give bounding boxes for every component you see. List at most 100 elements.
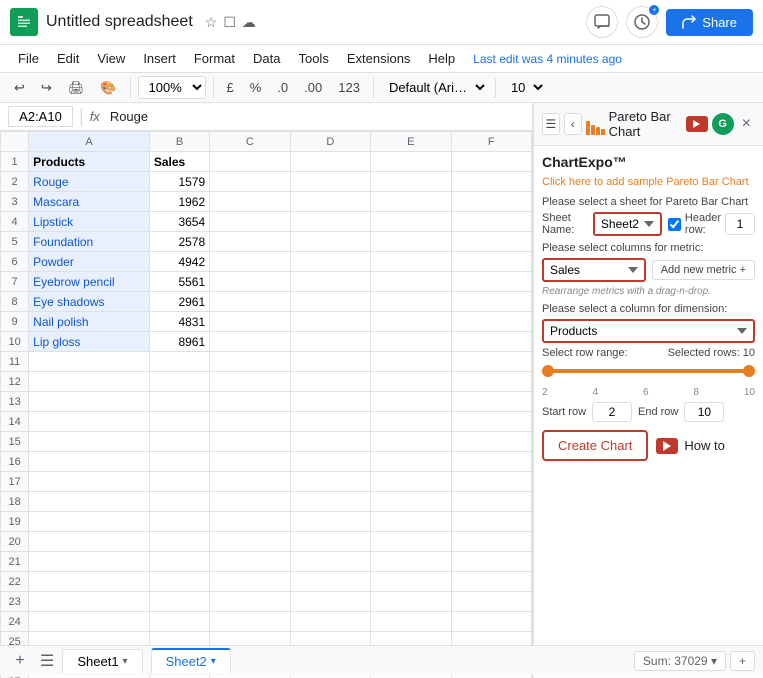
cell-d9[interactable] (290, 312, 370, 332)
cell-c20[interactable] (210, 532, 290, 552)
range-thumb-right[interactable] (743, 365, 755, 377)
cell-d3[interactable] (290, 192, 370, 212)
cell-d13[interactable] (290, 392, 370, 412)
cell-a7[interactable]: Eyebrow pencil (29, 272, 150, 292)
cell-a5[interactable]: Foundation (29, 232, 150, 252)
cell-b10[interactable]: 8961 (149, 332, 209, 352)
start-row-input[interactable] (592, 402, 632, 422)
cell-a22[interactable] (29, 572, 150, 592)
sheet-name-select[interactable]: Sheet2 Sheet1 (593, 212, 662, 236)
cell-a18[interactable] (29, 492, 150, 512)
cell-c18[interactable] (210, 492, 290, 512)
cell-c15[interactable] (210, 432, 290, 452)
cell-e13[interactable] (371, 392, 451, 412)
cell-a8[interactable]: Eye shadows (29, 292, 150, 312)
cell-f21[interactable] (451, 552, 531, 572)
cell-b15[interactable] (149, 432, 209, 452)
cell-f3[interactable] (451, 192, 531, 212)
menu-view[interactable]: View (89, 47, 133, 70)
cell-e3[interactable] (371, 192, 451, 212)
cell-c21[interactable] (210, 552, 290, 572)
cell-b14[interactable] (149, 412, 209, 432)
cell-e8[interactable] (371, 292, 451, 312)
font-size-select[interactable]: 10 (503, 77, 546, 98)
cell-b5[interactable]: 2578 (149, 232, 209, 252)
menu-insert[interactable]: Insert (135, 47, 184, 70)
cell-a4[interactable]: Lipstick (29, 212, 150, 232)
cell-f12[interactable] (451, 372, 531, 392)
cell-e24[interactable] (371, 612, 451, 632)
cell-a19[interactable] (29, 512, 150, 532)
cell-a3[interactable]: Mascara (29, 192, 150, 212)
cell-f8[interactable] (451, 292, 531, 312)
last-edit-info[interactable]: Last edit was 4 minutes ago (473, 52, 622, 66)
comments-button[interactable] (586, 6, 618, 38)
cell-reference[interactable] (8, 106, 73, 127)
cell-c17[interactable] (210, 472, 290, 492)
range-slider[interactable] (542, 363, 755, 379)
menu-edit[interactable]: Edit (49, 47, 87, 70)
cell-c16[interactable] (210, 452, 290, 472)
cell-f13[interactable] (451, 392, 531, 412)
cell-c14[interactable] (210, 412, 290, 432)
cell-a21[interactable] (29, 552, 150, 572)
percent-button[interactable]: % (244, 77, 268, 98)
cell-f7[interactable] (451, 272, 531, 292)
cell-d1[interactable] (290, 152, 370, 172)
grid-container[interactable]: A B C D E F 1ProductsSales2Rouge15793Mas… (0, 131, 532, 678)
cell-e6[interactable] (371, 252, 451, 272)
cell-b19[interactable] (149, 512, 209, 532)
cell-a17[interactable] (29, 472, 150, 492)
decimal-decrease-button[interactable]: .0 (271, 77, 294, 98)
cell-a1[interactable]: Products (29, 152, 150, 172)
paint-format-button[interactable]: 🎨 (94, 77, 122, 99)
cell-c13[interactable] (210, 392, 290, 412)
decimal-increase-button[interactable]: .00 (298, 77, 328, 98)
cell-d18[interactable] (290, 492, 370, 512)
cell-f20[interactable] (451, 532, 531, 552)
metric-select[interactable]: Sales (542, 258, 646, 282)
how-to-button[interactable]: How to (656, 438, 724, 454)
cell-c6[interactable] (210, 252, 290, 272)
cell-a16[interactable] (29, 452, 150, 472)
cell-b1[interactable]: Sales (149, 152, 209, 172)
cell-a20[interactable] (29, 532, 150, 552)
cell-f14[interactable] (451, 412, 531, 432)
cell-b22[interactable] (149, 572, 209, 592)
cell-c8[interactable] (210, 292, 290, 312)
cell-f5[interactable] (451, 232, 531, 252)
cell-b16[interactable] (149, 452, 209, 472)
cell-c12[interactable] (210, 372, 290, 392)
cell-d12[interactable] (290, 372, 370, 392)
cell-b18[interactable] (149, 492, 209, 512)
cell-f6[interactable] (451, 252, 531, 272)
star-icon[interactable]: ☆ (205, 14, 218, 31)
cell-d14[interactable] (290, 412, 370, 432)
currency-button[interactable]: £ (221, 77, 240, 98)
cell-f18[interactable] (451, 492, 531, 512)
col-header-b[interactable]: B (149, 132, 209, 152)
cell-a12[interactable] (29, 372, 150, 392)
cell-d17[interactable] (290, 472, 370, 492)
cell-f11[interactable] (451, 352, 531, 372)
cell-a2[interactable]: Rouge (29, 172, 150, 192)
cell-e10[interactable] (371, 332, 451, 352)
redo-button[interactable]: ↪ (35, 77, 58, 99)
cell-a11[interactable] (29, 352, 150, 372)
col-header-c[interactable]: C (210, 132, 290, 152)
cell-c1[interactable] (210, 152, 290, 172)
cell-d6[interactable] (290, 252, 370, 272)
sheet-list-button[interactable]: ☰ (40, 651, 54, 671)
font-select[interactable]: Default (Ari… (381, 77, 488, 98)
cell-d20[interactable] (290, 532, 370, 552)
cell-e23[interactable] (371, 592, 451, 612)
cell-e18[interactable] (371, 492, 451, 512)
add-column-button[interactable]: + (730, 651, 755, 671)
cell-c7[interactable] (210, 272, 290, 292)
sheet-tab-sheet2[interactable]: Sheet2 ▾ (151, 648, 231, 673)
cell-f22[interactable] (451, 572, 531, 592)
formula-input[interactable] (106, 109, 524, 124)
cell-a23[interactable] (29, 592, 150, 612)
cell-f17[interactable] (451, 472, 531, 492)
sheet-tab-sheet1[interactable]: Sheet1 ▾ (62, 649, 142, 673)
